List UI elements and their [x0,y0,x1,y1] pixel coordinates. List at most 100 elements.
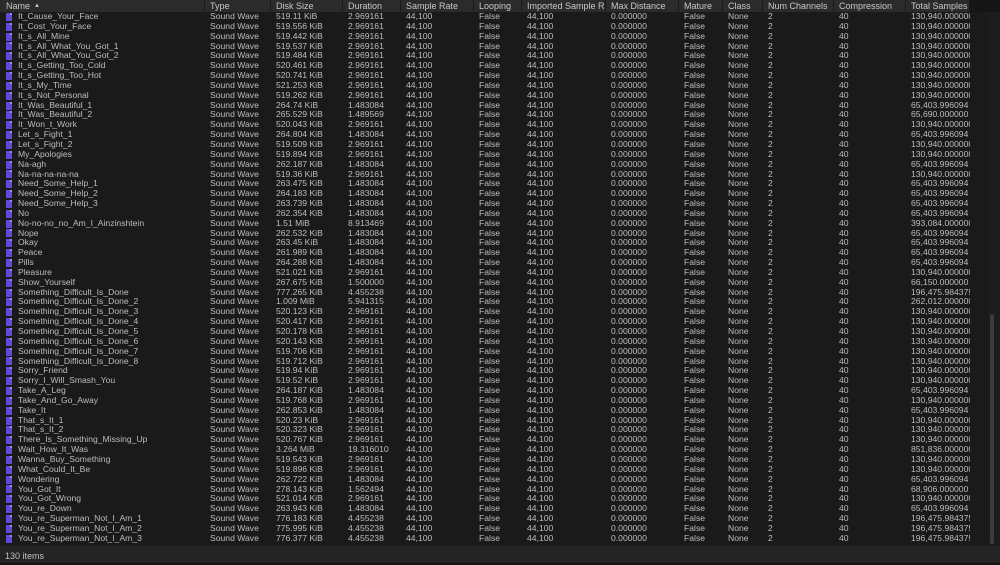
table-row[interactable]: It_Was_Beautiful_1 Sound Wave 264.74 KiB 1.… [0,101,990,111]
table-row[interactable]: Wanna_Buy_Something Sound Wave 519.543 KiB… [0,455,990,465]
sound-wave-asset-icon [6,485,12,494]
table-row[interactable]: Peace Sound Wave 261.989 KiB 1.483084 44,100… [0,248,990,258]
table-row[interactable]: Take_And_Go_Away Sound Wave 519.768 KiB 2.9… [0,396,990,406]
cell-cls: None [728,317,749,327]
column-header-label: Imported Sample Rate [527,1,605,11]
table-row[interactable]: There_Is_Something_Missing_Up Sound Wave 5… [0,435,990,445]
table-row[interactable]: That_s_It_1 Sound Wave 520.23 KiB 2.969161 4… [0,416,990,426]
table-row[interactable]: Na-na-na-na-na Sound Wave 519.36 KiB 2.9691… [0,170,990,180]
cell-imp: 44,100 [527,51,554,61]
table-row[interactable]: It_s_All_Mine Sound Wave 519.442 KiB 2.9691… [0,32,990,42]
cell-cls: None [728,327,749,336]
cell-name: Something_Difficult_Is_Done_4 [0,317,205,327]
table-row[interactable]: It_s_My_Time Sound Wave 521.253 KiB 2.96916… [0,81,990,91]
table-row[interactable]: Sorry_Friend Sound Wave 519.94 KiB 2.969161… [0,366,990,376]
table-row[interactable]: It_Cause_Your_Face Sound Wave 519.11 KiB 2.… [0,12,990,22]
column-header-max[interactable]: Max Distance [606,0,679,12]
sound-wave-asset-icon [6,219,12,228]
cell-loop: False [479,484,501,494]
column-header-tot[interactable]: Total Samples [906,0,970,12]
cell-dur: 2.969161 [348,71,384,81]
table-row[interactable]: Need_Some_Help_2 Sound Wave 264.183 KiB 1.4… [0,189,990,199]
cell-loop: False [479,130,501,140]
table-row[interactable]: Something_Difficult_Is_Done Sound Wave 777… [0,288,990,298]
column-header-type[interactable]: Type [205,0,271,12]
table-row[interactable]: Wait_How_It_Was Sound Wave 3.264 MiB 19.316… [0,445,990,455]
column-header-disk[interactable]: Disk Size [271,0,343,12]
cell-type: Sound Wave [210,80,259,90]
asset-name: There_Is_Something_Missing_Up [18,435,148,445]
table-row[interactable]: Let_s_Fight_2 Sound Wave 519.509 KiB 2.9691… [0,140,990,150]
sound-wave-asset-icon [6,131,12,140]
cell-rate: 44,100 [406,327,433,336]
table-row[interactable]: It_Cost_Your_Face Sound Wave 519.556 KiB 2.… [0,22,990,32]
column-header-name[interactable]: Name ▲ [0,0,205,12]
table-row[interactable]: Show_Yourself Sound Wave 267.675 KiB 1.5000… [0,278,990,288]
sound-wave-asset-icon [6,140,12,149]
cell-tot: 130,940.000000 [911,366,970,376]
asset-table-body: It_Cause_Your_Face Sound Wave 519.11 KiB 2.… [0,12,990,546]
table-row[interactable]: It_Won_t_Work Sound Wave 520.043 KiB 2.9691… [0,120,990,130]
table-row[interactable]: You_re_Superman_Not_I_Am_3 Sound Wave 776.… [0,534,990,544]
table-row[interactable]: Sorry_I_Will_Smash_You Sound Wave 519.52 K… [0,376,990,386]
table-row[interactable]: Na-agh Sound Wave 262.187 KiB 1.483084 44,10… [0,160,990,170]
column-header-ch[interactable]: Num Channels [763,0,834,12]
column-header-cls[interactable]: Class [723,0,763,12]
table-row[interactable]: What_Could_It_Be Sound Wave 519.896 KiB 2.9… [0,465,990,475]
cell-loop: False [479,80,501,90]
table-row[interactable]: You_Got_Wrong Sound Wave 521.014 KiB 2.9691… [0,494,990,504]
table-row[interactable]: Let_s_Fight_1 Sound Wave 264.804 KiB 1.4830… [0,130,990,140]
column-header-loop[interactable]: Looping [474,0,522,12]
column-header-comp[interactable]: Compression [834,0,906,12]
column-header-mat[interactable]: Mature [679,0,723,12]
table-row[interactable]: You_re_Down Sound Wave 263.943 KiB 1.483084… [0,504,990,514]
table-row[interactable]: Something_Difficult_Is_Done_5 Sound Wave 5… [0,327,990,337]
table-row[interactable]: Need_Some_Help_3 Sound Wave 263.739 KiB 1.4… [0,199,990,209]
table-row[interactable]: Something_Difficult_Is_Done_6 Sound Wave 5… [0,337,990,347]
column-header-imp[interactable]: Imported Sample Rate [522,0,606,12]
cell-name: What_Could_It_Be [0,465,205,475]
table-row[interactable]: It_s_All_What_You_Got_2 Sound Wave 519.484… [0,51,990,61]
table-row[interactable]: Pills Sound Wave 264.288 KiB 1.483084 44,100… [0,258,990,268]
table-row[interactable]: Something_Difficult_Is_Done_4 Sound Wave 5… [0,317,990,327]
table-row[interactable]: Okay Sound Wave 263.45 KiB 1.483084 44,100 Fa… [0,238,990,248]
table-row[interactable]: Take_It Sound Wave 262.853 KiB 1.483084 44,1… [0,406,990,416]
column-header-rate[interactable]: Sample Rate [401,0,474,12]
table-row[interactable]: Nope Sound Wave 262.532 KiB 1.483084 44,100 F… [0,229,990,239]
scrollbar-thumb[interactable] [990,314,994,544]
table-row[interactable]: Wondering Sound Wave 262.722 KiB 1.483084 44… [0,475,990,485]
table-row[interactable]: Something_Difficult_Is_Done_3 Sound Wave 5… [0,307,990,317]
table-row[interactable]: You_Got_It Sound Wave 278.143 KiB 1.562494 4… [0,485,990,495]
vertical-scrollbar[interactable] [988,12,1000,546]
table-row[interactable]: Something_Difficult_Is_Done_2 Sound Wave 1… [0,297,990,307]
cell-rate: 44,100 [406,110,433,120]
table-row[interactable]: It_Was_Beautiful_2 Sound Wave 265.529 KiB 1… [0,110,990,120]
table-row[interactable]: That_s_It_2 Sound Wave 520.323 KiB 2.969161… [0,425,990,435]
cell-max: 0.000000 [611,386,647,396]
cell-type: Sound Wave [210,61,259,71]
table-row[interactable]: You_re_Superman_Not_I_Am_2 Sound Wave 775.… [0,524,990,534]
table-row[interactable]: No Sound Wave 262.354 KiB 1.483084 44,100 Fal… [0,209,990,219]
cell-name: Na-na-na-na-na [0,170,205,180]
table-row[interactable]: It_s_All_What_You_Got_1 Sound Wave 519.537… [0,42,990,52]
cell-mat: False [684,327,706,336]
table-row[interactable]: No-no-no_no_Am_I_Ainzinshtein Sound Wave 1… [0,219,990,229]
column-header-dur[interactable]: Duration [343,0,401,12]
cell-disk: 520.143 KiB [276,336,323,346]
table-row[interactable]: Need_Some_Help_1 Sound Wave 263.475 KiB 1.4… [0,179,990,189]
table-row[interactable]: Something_Difficult_Is_Done_7 Sound Wave 5… [0,347,990,357]
table-row[interactable]: My_Apologies Sound Wave 519.894 KiB 2.96916… [0,150,990,160]
cell-disk: 261.989 KiB [276,248,323,258]
table-row[interactable]: Take_A_Leg Sound Wave 264.187 KiB 1.483084 4… [0,386,990,396]
table-row[interactable]: Pleasure Sound Wave 521.021 KiB 2.969161 44,… [0,268,990,278]
cell-cls: None [728,110,749,120]
cell-dur: 1.483084 [348,238,384,248]
table-row[interactable]: It_s_Getting_Too_Hot Sound Wave 520.741 Ki… [0,71,990,81]
cell-comp: 40 [839,169,849,179]
table-row[interactable]: It_s_Getting_Too_Cold Sound Wave 520.461 K… [0,61,990,71]
table-row[interactable]: It_s_Not_Personal Sound Wave 519.262 KiB 2.… [0,91,990,101]
table-row[interactable]: Something_Difficult_Is_Done_8 Sound Wave 5… [0,357,990,367]
table-row[interactable]: You_re_Superman_Not_I_Am_1 Sound Wave 776.… [0,514,990,524]
sort-ascending-icon: ▲ [34,3,40,9]
cell-name: Something_Difficult_Is_Done_7 [0,347,205,357]
